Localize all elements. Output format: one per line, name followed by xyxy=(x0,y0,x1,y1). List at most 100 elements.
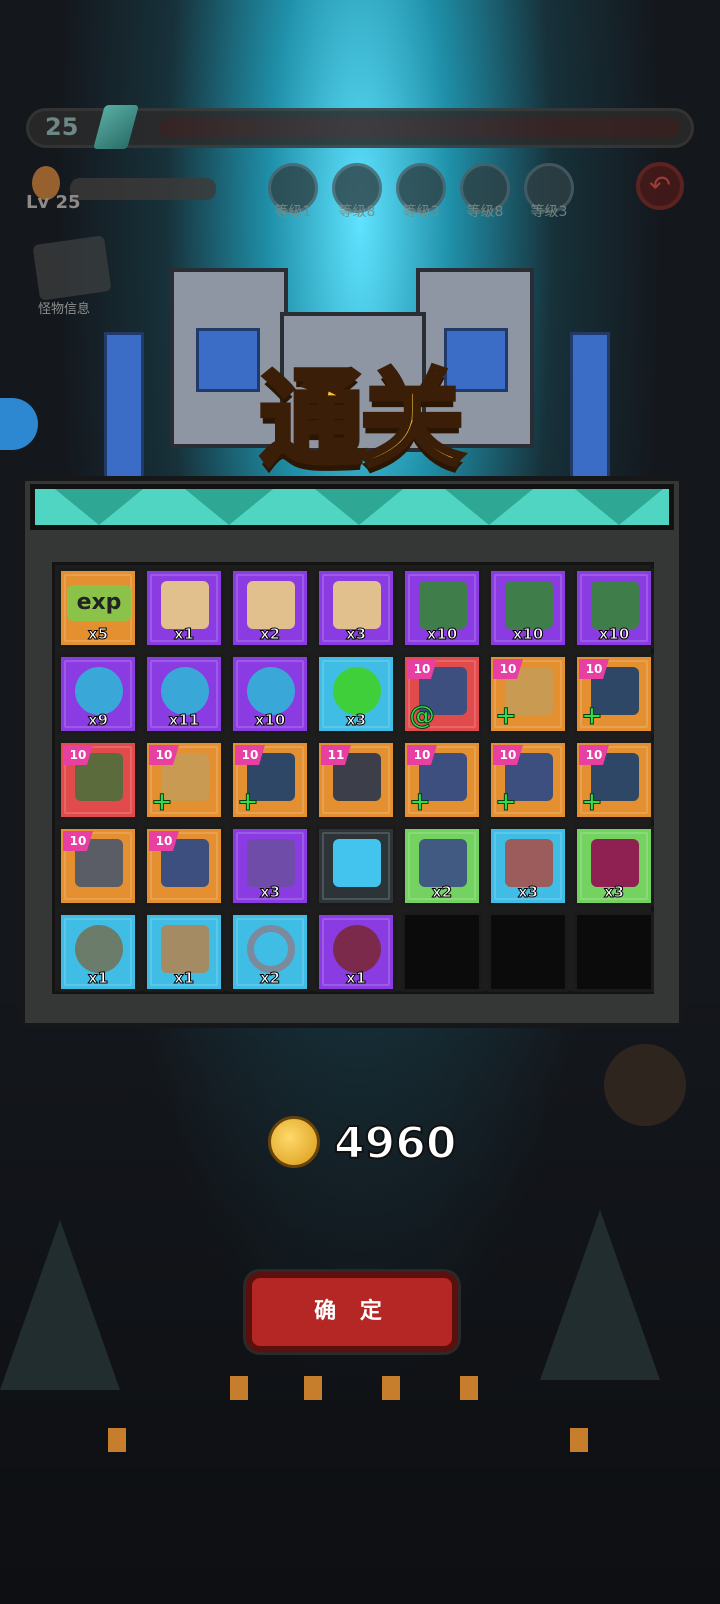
cube-icon xyxy=(333,839,381,887)
book-icon xyxy=(505,581,553,629)
item-quantity: x10 xyxy=(426,625,458,644)
item-quantity: x2 xyxy=(259,625,281,644)
reward-item[interactable]: x3 xyxy=(316,654,396,734)
reward-item[interactable]: x1 xyxy=(316,912,396,992)
reward-item[interactable]: 10 + xyxy=(230,740,310,820)
window xyxy=(460,1376,478,1400)
item-quantity: x3 xyxy=(345,625,367,644)
reward-item[interactable]: x11 xyxy=(144,654,224,734)
reward-item[interactable]: x10 xyxy=(574,568,654,648)
reward-item[interactable]: x2 xyxy=(230,568,310,648)
reward-item[interactable]: x2 xyxy=(402,826,482,906)
reward-item[interactable]: 10 xyxy=(58,826,138,906)
empty-slot xyxy=(574,912,654,992)
player-level: 25 xyxy=(45,113,79,141)
item-quantity: x11 xyxy=(168,711,200,730)
reward-item[interactable]: x1 xyxy=(144,568,224,648)
stage-clear-title: 通关 xyxy=(257,358,466,481)
reward-item[interactable]: x10 xyxy=(230,654,310,734)
castle-background xyxy=(0,1180,720,1604)
item-quantity: x3 xyxy=(517,883,539,902)
gem-icon xyxy=(93,105,139,149)
reward-item[interactable]: exp x5 xyxy=(58,568,138,648)
upgrade-plus-icon: + xyxy=(237,787,260,817)
reward-item[interactable]: x3 xyxy=(574,826,654,906)
window xyxy=(108,1428,126,1452)
skill-label: 等级1 xyxy=(274,204,312,220)
item-quantity: x10 xyxy=(512,625,544,644)
back-button[interactable]: ↶ xyxy=(636,162,684,210)
hero-level: Lv 25 xyxy=(26,192,81,213)
empty-slot xyxy=(488,912,568,992)
experience-bar xyxy=(159,118,679,138)
skill-label: 等级3 xyxy=(402,204,440,220)
decoration xyxy=(55,489,143,525)
sack-icon xyxy=(161,925,209,973)
item-quantity: x3 xyxy=(345,711,367,730)
reward-item[interactable]: x10 xyxy=(488,568,568,648)
reward-item[interactable]: x10 xyxy=(402,568,482,648)
tree-right xyxy=(540,1210,660,1380)
upgrade-plus-icon: + xyxy=(581,701,604,731)
monster-info-label: 怪物信息 xyxy=(38,302,91,317)
beetle-icon xyxy=(75,925,123,973)
decoration xyxy=(575,489,663,525)
ring-icon xyxy=(247,925,295,973)
reward-item[interactable]: x3 xyxy=(230,826,310,906)
dagger-icon xyxy=(247,839,295,887)
fruit-icon xyxy=(333,925,381,973)
reward-item[interactable]: 10 + xyxy=(488,654,568,734)
gear-icon xyxy=(247,667,295,715)
item-quantity: x10 xyxy=(254,711,286,730)
hero-bar xyxy=(70,178,216,200)
item-quantity: x10 xyxy=(598,625,630,644)
reward-item[interactable]: x3 xyxy=(316,568,396,648)
item-quantity: x3 xyxy=(603,883,625,902)
reward-item[interactable]: 10 + xyxy=(402,740,482,820)
reward-item[interactable]: 10 + xyxy=(574,654,654,734)
window xyxy=(570,1428,588,1452)
reward-item[interactable]: x9 xyxy=(58,654,138,734)
reward-item[interactable]: x1 xyxy=(58,912,138,992)
skill-label: 等级8 xyxy=(338,204,376,220)
back-arrow-icon: ↶ xyxy=(649,171,671,201)
reward-item[interactable]: 10 + xyxy=(144,740,224,820)
pouch-icon xyxy=(591,839,639,887)
scroll-icon xyxy=(333,581,381,629)
upgrade-plus-icon: + xyxy=(151,787,174,817)
item-quantity: x3 xyxy=(259,883,281,902)
upgrade-plus-icon: + xyxy=(495,701,518,731)
banner xyxy=(104,332,144,482)
reward-item[interactable]: x1 xyxy=(144,912,224,992)
scroll-icon xyxy=(161,581,209,629)
tome-icon xyxy=(419,839,467,887)
reward-item[interactable]: 10 xyxy=(58,740,138,820)
reward-item[interactable]: 10 + xyxy=(488,740,568,820)
gold-coin-icon xyxy=(268,1116,320,1168)
skill-label: 等级3 xyxy=(530,204,568,220)
player-level-bar: 25 xyxy=(26,105,694,149)
banner xyxy=(570,332,610,482)
reward-item[interactable]: 11 xyxy=(316,740,396,820)
reward-item[interactable]: 10 + xyxy=(574,740,654,820)
upgrade-plus-icon: + xyxy=(581,787,604,817)
decoration xyxy=(445,489,533,525)
item-quantity: x1 xyxy=(87,969,109,988)
reward-item[interactable]: 10 @ xyxy=(402,654,482,734)
reward-item[interactable] xyxy=(316,826,396,906)
gear-icon xyxy=(161,667,209,715)
bag-icon[interactable] xyxy=(604,1044,686,1126)
reward-grid: exp x5 x1 x2 x3 x10 x10 x10 x9 x11 x10 x3 10 @10 +10 +1… xyxy=(52,562,654,994)
reward-item[interactable]: x3 xyxy=(488,826,568,906)
gear-icon xyxy=(75,667,123,715)
window xyxy=(230,1376,248,1400)
upgrade-plus-icon: + xyxy=(409,787,432,817)
upgrade-plus-icon: + xyxy=(495,787,518,817)
slime-icon xyxy=(333,667,381,715)
item-quantity: x2 xyxy=(259,969,281,988)
exp-icon: exp xyxy=(67,585,131,621)
reward-item[interactable]: 10 xyxy=(144,826,224,906)
confirm-button[interactable]: 确 定 xyxy=(246,1272,458,1352)
item-quantity: x2 xyxy=(431,883,453,902)
reward-item[interactable]: x2 xyxy=(230,912,310,992)
